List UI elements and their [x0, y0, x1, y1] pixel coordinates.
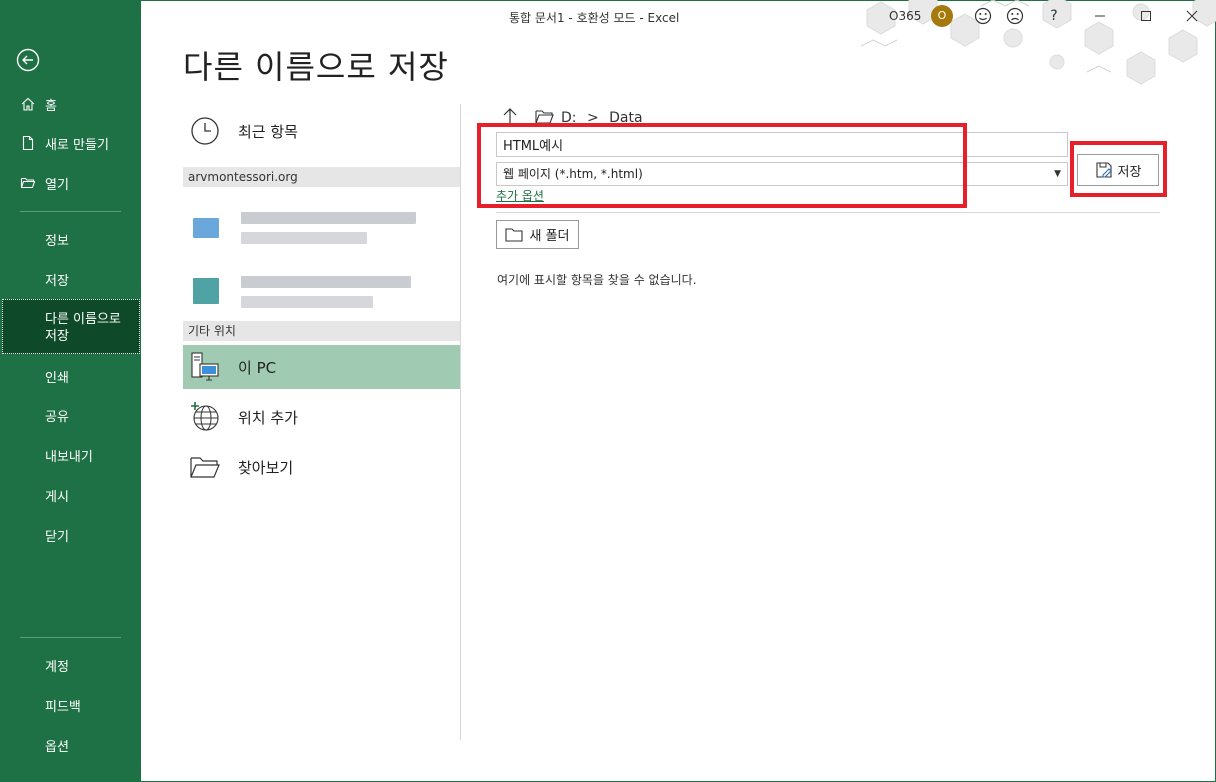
frown-feedback-icon[interactable] [1005, 6, 1025, 26]
location-recent[interactable]: 최근 항목 [183, 109, 460, 153]
backstage-sidebar: 홈 새로 만들기 열기 정보 저장 다른 이름으로 저장 인쇄 공유 내보내기 … [0, 0, 141, 782]
avatar[interactable]: O [931, 5, 953, 27]
filename-input[interactable] [496, 132, 1068, 157]
breadcrumb-folder[interactable]: Data [609, 110, 642, 126]
sidebar-item-open[interactable]: 열기 [0, 173, 141, 193]
maximize-icon[interactable] [1136, 6, 1156, 26]
sidebar-item-label: 게시 [45, 489, 69, 505]
sidebar-item-export[interactable]: 내보내기 [0, 445, 141, 465]
location-this-pc[interactable]: 이 PC [183, 345, 460, 389]
sidebar-item-label: 피드백 [45, 699, 81, 715]
browse-folder-icon [189, 451, 221, 483]
clock-icon [189, 115, 221, 147]
location-label: 위치 추가 [238, 408, 298, 427]
location-label: 이 PC [238, 358, 277, 377]
column-separator [460, 104, 461, 740]
open-folder-icon [20, 175, 36, 191]
account-label[interactable]: O365 [889, 9, 921, 23]
sidebar-item-account[interactable]: 계정 [0, 655, 141, 675]
more-options-link[interactable]: 추가 옵션 [496, 187, 544, 204]
sidebar-item-label: 정보 [45, 233, 69, 249]
sidebar-item-label: 홈 [45, 98, 57, 114]
breadcrumb-drive[interactable]: D: [561, 110, 577, 126]
sidebar-divider [20, 211, 121, 212]
minimize-icon[interactable] [1090, 6, 1110, 26]
page-title: 다른 이름으로 저장 [183, 48, 449, 86]
sidebar-item-label: 다른 이름으로 [45, 312, 121, 327]
computer-icon [189, 351, 221, 383]
up-arrow-icon[interactable] [501, 107, 519, 125]
sidebar-item-share[interactable]: 공유 [0, 405, 141, 425]
blurred-text [241, 276, 411, 288]
location-add-place[interactable]: 위치 추가 [183, 395, 460, 439]
back-arrow-icon[interactable] [16, 48, 40, 72]
sidebar-item-label: 저장 [45, 273, 69, 289]
sidebar-item-save-as[interactable]: 다른 이름으로 저장 [2, 299, 140, 354]
location-browse[interactable]: 찾아보기 [183, 445, 460, 489]
save-edit-icon [1095, 161, 1113, 179]
sidebar-item-close[interactable]: 닫기 [0, 525, 141, 545]
sidebar-item-label: 계정 [45, 659, 69, 675]
save-button[interactable]: 저장 [1077, 154, 1159, 186]
filetype-select[interactable]: 웹 페이지 (*.htm, *.html) ▼ [496, 162, 1068, 186]
blurred-sharepoint-location[interactable] [183, 264, 460, 318]
sidebar-item-info[interactable]: 정보 [0, 229, 141, 249]
sidebar-item-home[interactable]: 홈 [0, 94, 141, 114]
sidebar-item-label: 열기 [45, 177, 69, 193]
smile-feedback-icon[interactable] [973, 6, 993, 26]
new-folder-icon [505, 227, 524, 243]
empty-folder-message: 여기에 표시할 항목을 찾을 수 없습니다. [497, 273, 697, 287]
filetype-value: 웹 페이지 (*.htm, *.html) [503, 167, 643, 181]
blurred-text [241, 296, 373, 308]
sidebar-item-label: 옵션 [45, 739, 69, 755]
breadcrumb-separator: > [586, 110, 599, 126]
sidebar-item-publish[interactable]: 게시 [0, 485, 141, 505]
other-locations-header: 기타 위치 [183, 321, 460, 341]
title-bar: 통합 문서1 - 호환성 모드 - Excel O365 O ? [141, 0, 1216, 85]
sidebar-item-label: 새로 만들기 [45, 137, 109, 153]
sidebar-item-label: 공유 [45, 409, 69, 425]
location-label: 최근 항목 [238, 122, 298, 141]
sidebar-item-label: 인쇄 [45, 370, 69, 386]
cloud-icon [193, 218, 219, 238]
globe-add-icon [189, 401, 221, 433]
home-icon [20, 96, 36, 112]
window-title: 통합 문서1 - 호환성 모드 - Excel [509, 11, 680, 25]
folder-icon [535, 109, 555, 125]
blurred-onedrive-location[interactable] [183, 202, 460, 256]
sidebar-item-label: 저장 [45, 329, 69, 344]
blurred-text [241, 212, 416, 224]
sharepoint-icon [193, 278, 219, 304]
chevron-down-icon: ▼ [1054, 169, 1061, 179]
sidebar-item-save[interactable]: 저장 [0, 269, 141, 289]
new-folder-button[interactable]: 새 폴더 [496, 220, 579, 249]
location-label: 찾아보기 [238, 458, 294, 477]
sidebar-item-label: 내보내기 [45, 449, 93, 465]
sidebar-divider [20, 637, 121, 638]
blurred-text [241, 232, 367, 244]
save-button-label: 저장 [1117, 164, 1142, 180]
sidebar-item-feedback[interactable]: 피드백 [0, 695, 141, 715]
account-group-header: arvmontessori.org [183, 167, 460, 187]
breadcrumb[interactable]: D: > Data [561, 110, 643, 126]
sidebar-item-print[interactable]: 인쇄 [0, 366, 141, 386]
sidebar-item-label: 닫기 [45, 529, 69, 545]
sidebar-item-options[interactable]: 옵션 [0, 735, 141, 755]
location-list: 최근 항목 arvmontessori.org 기타 위치 이 PC 위치 추가… [183, 104, 460, 744]
new-folder-label: 새 폴더 [529, 229, 570, 244]
close-icon[interactable] [1182, 6, 1202, 26]
help-icon[interactable]: ? [1044, 6, 1064, 26]
divider [496, 212, 1160, 213]
sidebar-item-new[interactable]: 새로 만들기 [0, 133, 141, 153]
new-document-icon [20, 135, 36, 151]
